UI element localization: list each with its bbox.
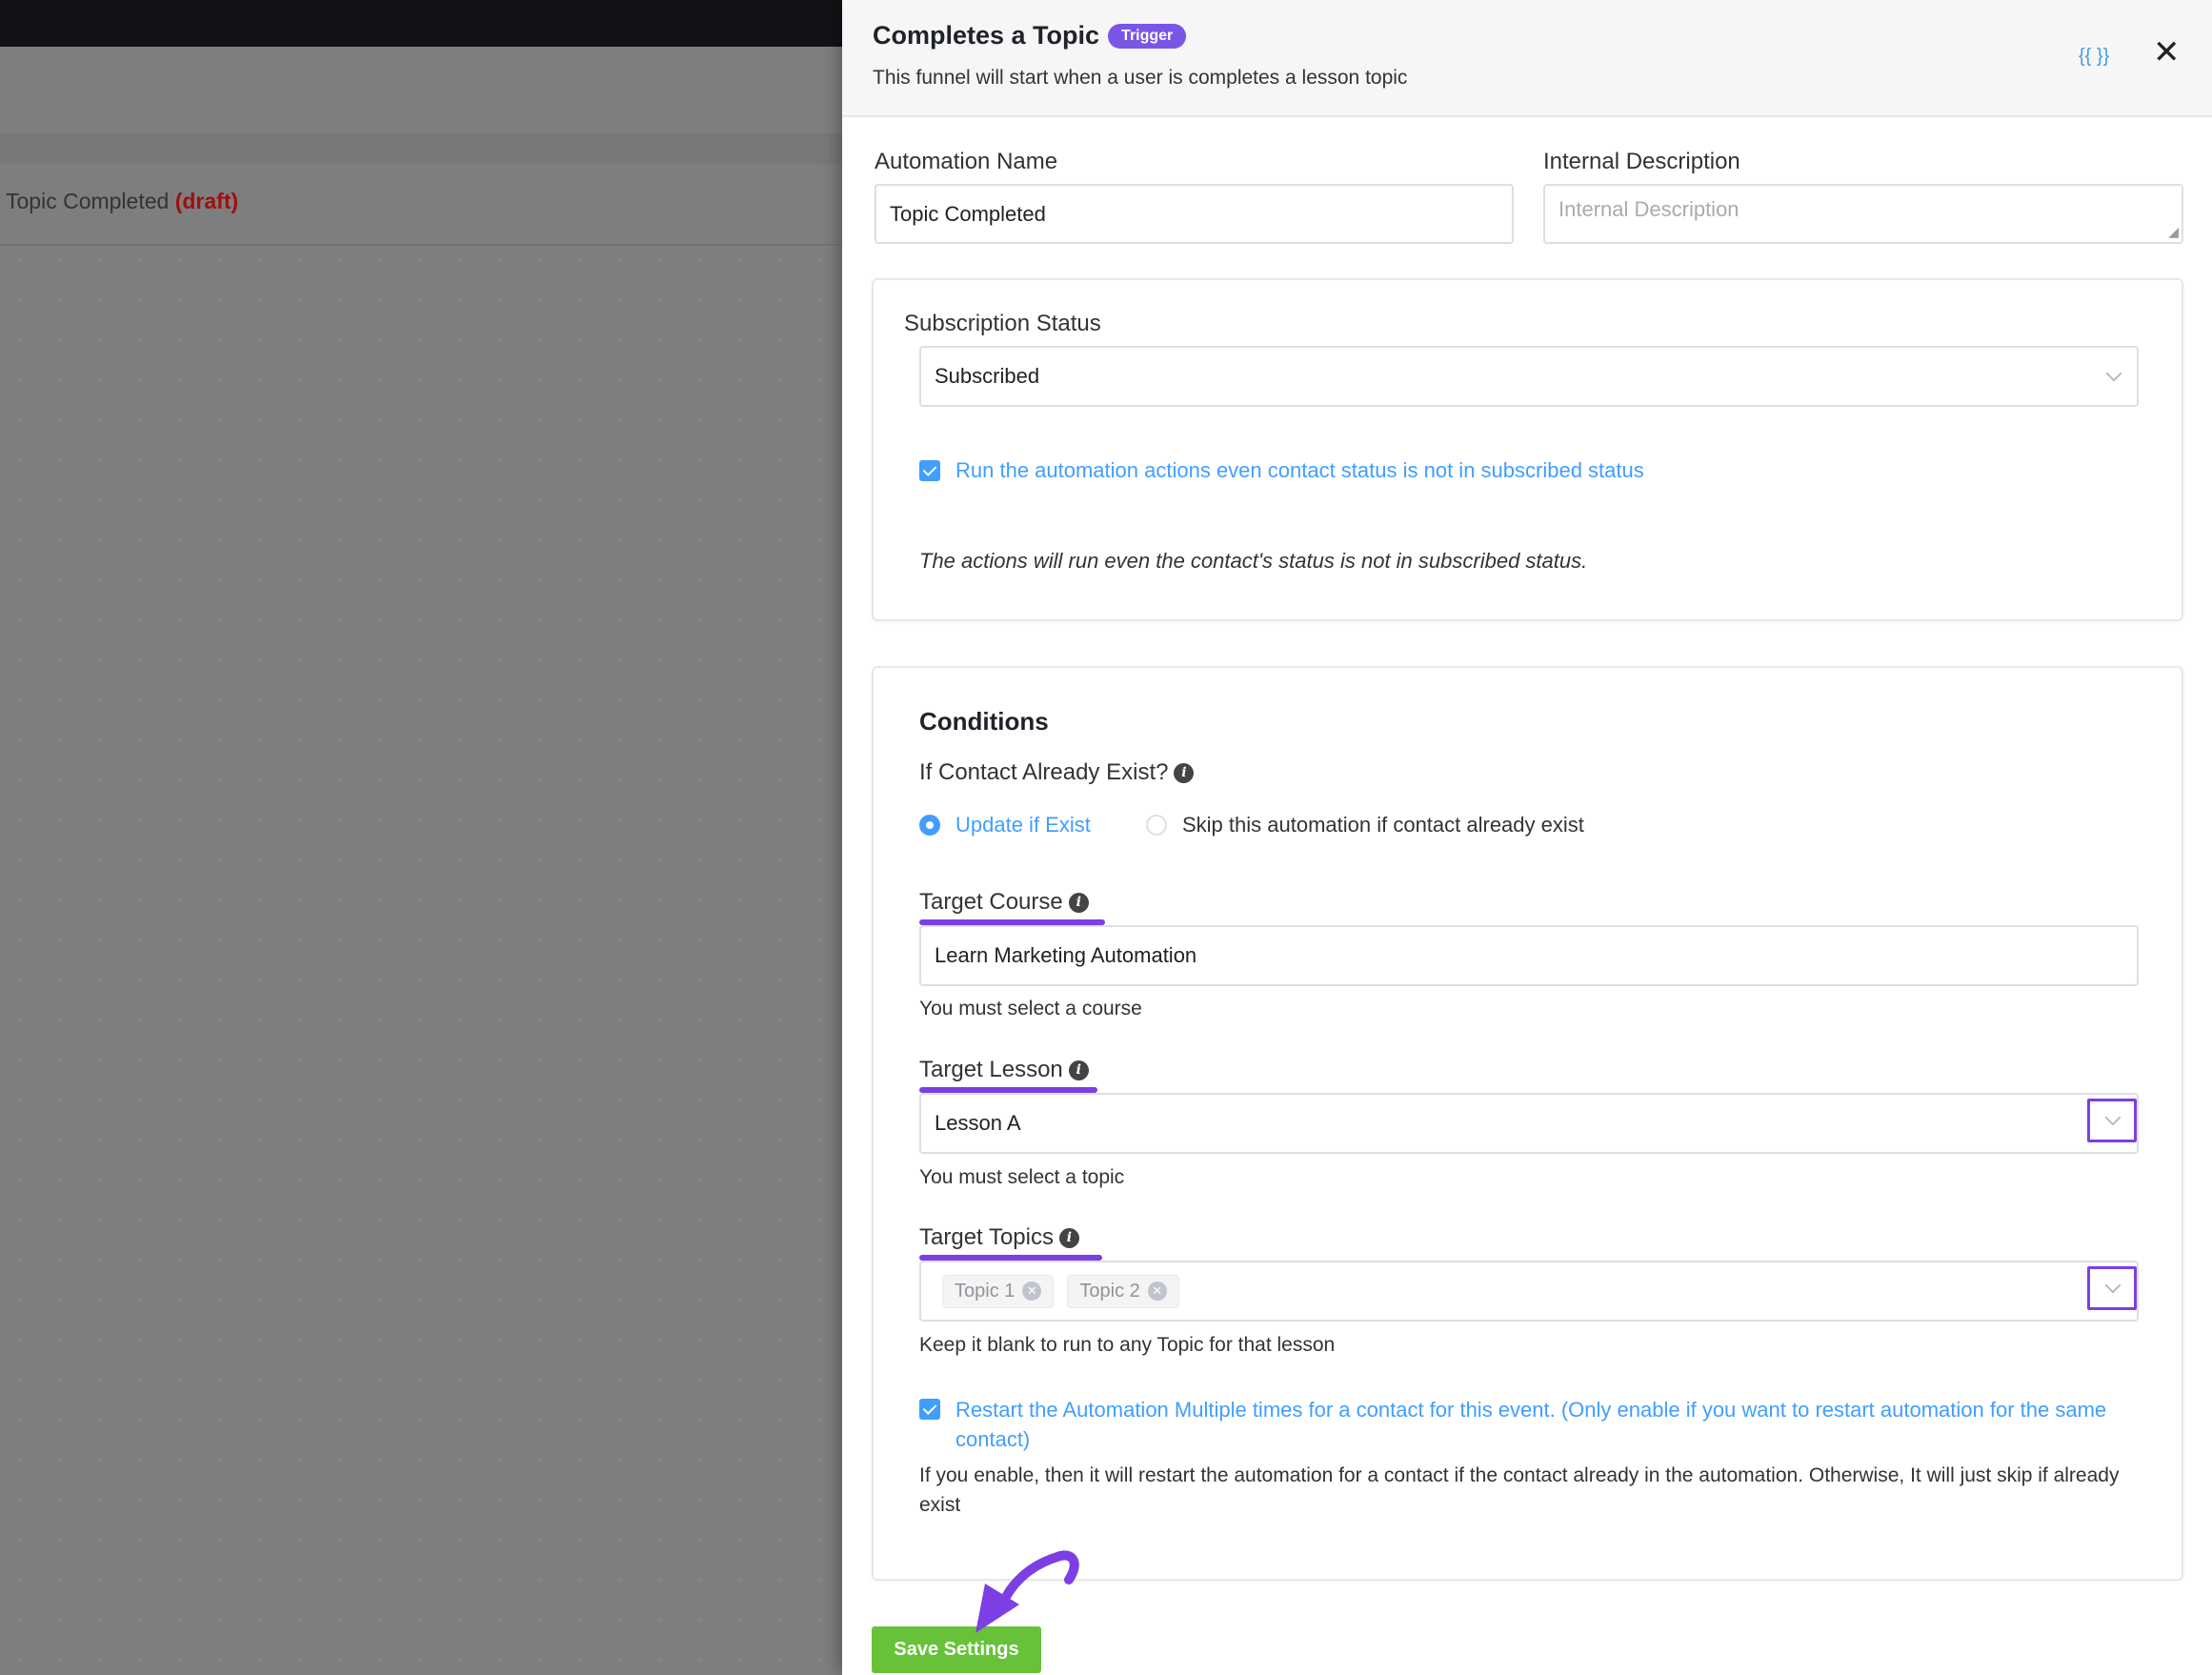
draft-label: (draft) bbox=[174, 189, 239, 213]
run-anyway-checkbox-row[interactable]: Run the automation actions even contact … bbox=[919, 458, 1644, 483]
target-lesson-help: You must select a topic bbox=[919, 1166, 1125, 1188]
background-band bbox=[0, 133, 842, 164]
top-admin-bar bbox=[0, 0, 842, 47]
info-icon[interactable]: i bbox=[1174, 763, 1195, 784]
automation-name-input[interactable]: Topic Completed bbox=[875, 184, 1514, 244]
restart-label[interactable]: Restart the Automation Multiple times fo… bbox=[955, 1395, 2139, 1454]
subscription-status-label: Subscription Status bbox=[904, 311, 1101, 336]
subscription-note: The actions will run even the contact's … bbox=[919, 549, 1588, 573]
drawer-header: Completes a Topic Trigger This funnel wil… bbox=[842, 0, 2212, 117]
radio-selected-icon[interactable] bbox=[919, 815, 940, 836]
chevron-down-icon bbox=[2105, 365, 2122, 382]
internal-description-label: Internal Description bbox=[1543, 149, 1740, 174]
conditions-title: Conditions bbox=[919, 707, 1049, 736]
target-topics-multiselect[interactable]: Topic 1 ✕ Topic 2 ✕ bbox=[919, 1261, 2139, 1322]
chevron-down-icon[interactable] bbox=[2104, 1277, 2122, 1294]
topic-tag-label: Topic 2 bbox=[1079, 1280, 1140, 1302]
subscription-status-value: Subscribed bbox=[935, 364, 1040, 388]
target-course-help: You must select a course bbox=[919, 998, 1142, 1019]
radio-update-if-exist[interactable]: Update if Exist bbox=[919, 813, 1091, 838]
topic-tag-label: Topic 1 bbox=[955, 1280, 1016, 1302]
remove-tag-icon[interactable]: ✕ bbox=[1022, 1281, 1042, 1301]
close-icon[interactable]: ✕ bbox=[2153, 36, 2181, 69]
topic-tag: Topic 1 ✕ bbox=[942, 1274, 1055, 1308]
internal-description-textarea[interactable]: Internal Description ◢ bbox=[1543, 184, 2183, 244]
trigger-settings-drawer: Completes a Topic Trigger This funnel wil… bbox=[842, 0, 2212, 1675]
target-course-value: Learn Marketing Automation bbox=[935, 943, 1197, 967]
info-icon[interactable]: i bbox=[1058, 1228, 1079, 1249]
run-anyway-checkbox[interactable] bbox=[919, 460, 940, 481]
target-course-label-row: Target Course i bbox=[919, 889, 1089, 916]
automation-name-label: Automation Name bbox=[875, 149, 1058, 174]
target-lesson-value: Lesson A bbox=[935, 1111, 1021, 1135]
annotation-highlight-box bbox=[2087, 1266, 2137, 1310]
target-course-input[interactable]: Learn Marketing Automation bbox=[919, 925, 2139, 986]
restart-checkbox[interactable] bbox=[919, 1399, 940, 1420]
subscription-card: Subscription Status Subscribed Run the a… bbox=[872, 278, 2183, 621]
target-topics-label: Target Topics bbox=[919, 1224, 1054, 1250]
annotation-highlight-box bbox=[2087, 1099, 2137, 1142]
background-header bbox=[0, 47, 842, 133]
annotation-arrow-icon bbox=[975, 1550, 1079, 1633]
target-lesson-select[interactable]: Lesson A bbox=[919, 1093, 2139, 1154]
drawer-title: Completes a Topic bbox=[873, 21, 1100, 50]
drawer-description: This funnel will start when a user is co… bbox=[873, 67, 1408, 89]
info-icon[interactable]: i bbox=[1068, 1060, 1089, 1081]
run-anyway-label[interactable]: Run the automation actions even contact … bbox=[955, 458, 1644, 483]
contact-exist-label-row: If Contact Already Exist? i bbox=[919, 759, 1195, 786]
automation-name-value: Topic Completed bbox=[890, 201, 1046, 226]
radio-skip-label[interactable]: Skip this automation if contact already … bbox=[1182, 813, 1584, 838]
topic-tag: Topic 2 ✕ bbox=[1067, 1274, 1179, 1308]
trigger-badge: Trigger bbox=[1108, 23, 1187, 49]
target-course-label: Target Course bbox=[919, 889, 1063, 915]
radio-skip-automation[interactable]: Skip this automation if contact already … bbox=[1146, 813, 1584, 838]
target-topics-label-row: Target Topics i bbox=[919, 1224, 1079, 1251]
restart-help: If you enable, then it will restart the … bbox=[919, 1464, 2120, 1516]
automation-title-bg: Topic Completed (draft) bbox=[6, 189, 238, 214]
internal-description-placeholder: Internal Description bbox=[1558, 197, 1739, 221]
drawer-title-row: Completes a Topic Trigger bbox=[873, 21, 1187, 50]
radio-unselected-icon[interactable] bbox=[1146, 815, 1167, 836]
target-topics-help: Keep it blank to run to any Topic for th… bbox=[919, 1334, 1336, 1356]
resize-handle-icon[interactable]: ◢ bbox=[2168, 224, 2179, 240]
target-lesson-label: Target Lesson bbox=[919, 1057, 1063, 1082]
radio-update-label[interactable]: Update if Exist bbox=[955, 813, 1091, 838]
info-icon[interactable]: i bbox=[1068, 893, 1089, 914]
automation-title: Topic Completed bbox=[6, 189, 170, 213]
chevron-down-icon[interactable] bbox=[2104, 1109, 2122, 1126]
restart-checkbox-row[interactable]: Restart the Automation Multiple times fo… bbox=[919, 1395, 2139, 1454]
contact-exist-label: If Contact Already Exist? bbox=[919, 759, 1169, 785]
remove-tag-icon[interactable]: ✕ bbox=[1147, 1281, 1167, 1301]
smartcode-icon[interactable]: {{ }} bbox=[2079, 46, 2109, 68]
conditions-card: Conditions If Contact Already Exist? i Up… bbox=[872, 666, 2183, 1581]
subscription-status-select[interactable]: Subscribed bbox=[919, 346, 2139, 407]
target-lesson-label-row: Target Lesson i bbox=[919, 1057, 1089, 1083]
background-canvas bbox=[0, 0, 842, 1675]
